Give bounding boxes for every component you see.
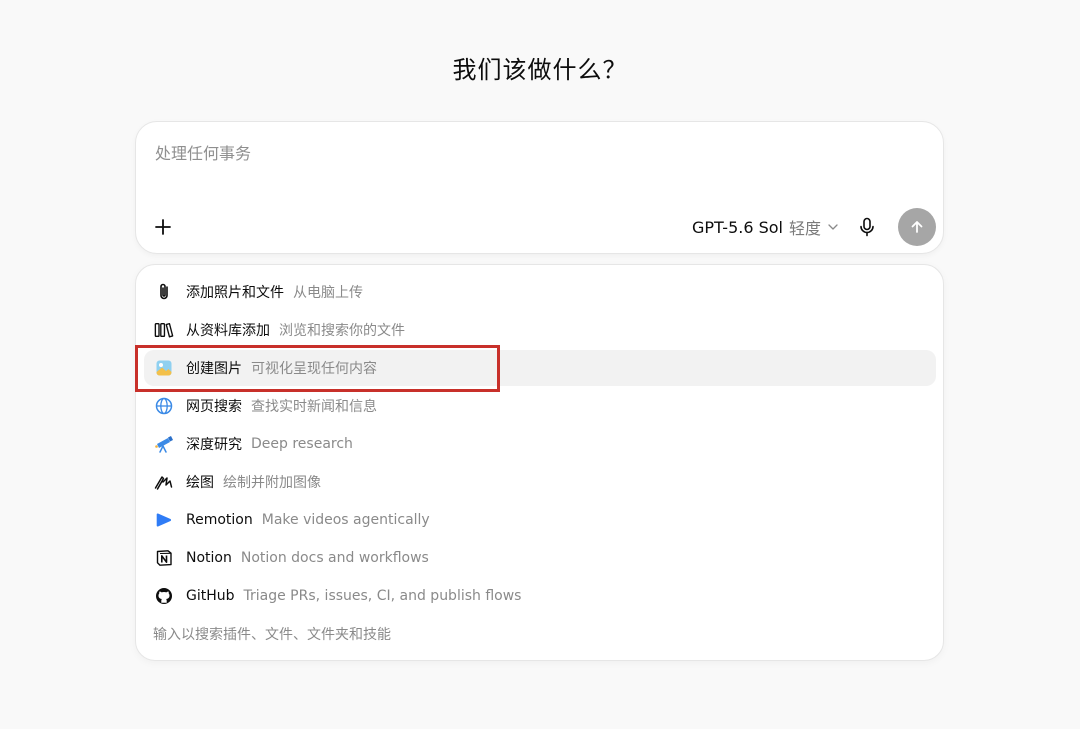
composer: GPT-5.6 Sol 轻度 (135, 121, 944, 254)
menu-item-label: 网页搜索 (186, 399, 242, 415)
menu-item-library[interactable]: 从资料库添加 浏览和搜索你的文件 (144, 312, 936, 348)
menu-item-deep-research[interactable]: 深度研究 Deep research (144, 426, 936, 462)
menu-item-label: Remotion (186, 512, 253, 528)
add-button[interactable] (150, 214, 176, 240)
model-selector[interactable]: GPT-5.6 Sol 轻度 (692, 214, 839, 240)
menu-item-remotion[interactable]: Remotion Make videos agentically (144, 502, 936, 538)
library-icon (154, 320, 174, 340)
telescope-icon (154, 434, 174, 454)
menu-item-description: 从电脑上传 (293, 285, 363, 301)
arrow-up-icon (911, 221, 923, 233)
menu-item-description: 绘制并附加图像 (223, 475, 321, 491)
remotion-icon (154, 510, 174, 530)
microphone-button[interactable] (854, 214, 880, 240)
pen-scribble-icon (154, 472, 174, 492)
model-level: 轻度 (788, 219, 821, 238)
github-icon (154, 586, 174, 606)
highlight-annotation (135, 345, 500, 392)
search-plugins-hint: 输入以搜索插件、文件、文件夹和技能 (153, 627, 391, 643)
page-title: 我们该做什么？ (452, 56, 628, 84)
menu-item-label: 绘图 (186, 475, 214, 491)
menu-item-description: Notion docs and workflows (240, 550, 429, 566)
notion-icon (154, 548, 174, 568)
menu-item-description: 查找实时新闻和信息 (251, 399, 377, 415)
menu-item-label: Notion (186, 550, 232, 566)
menu-item-add-files[interactable]: 添加照片和文件 从电脑上传 (144, 274, 936, 310)
menu-item-label: GitHub (186, 588, 235, 604)
model-name: GPT-5.6 Sol (691, 217, 783, 237)
menu-item-description: 浏览和搜索你的文件 (279, 323, 405, 339)
menu-item-label: 从资料库添加 (186, 323, 270, 339)
page: 我们该做什么？ GPT-5.6 Sol 轻度 (0, 0, 1080, 729)
attachment-menu: 添加照片和文件 从电脑上传 从资料库添加 浏览和搜索你的文件 创建图片 可视化呈… (135, 264, 944, 661)
prompt-input[interactable] (155, 140, 915, 166)
menu-item-description: Triage PRs, issues, CI, and publish flow… (243, 588, 522, 604)
plus-icon (155, 219, 171, 235)
send-button[interactable] (898, 208, 936, 246)
paperclip-icon (154, 282, 174, 302)
globe-icon (154, 396, 174, 416)
menu-item-draw[interactable]: 绘图 绘制并附加图像 (144, 464, 936, 500)
menu-item-label: 深度研究 (186, 437, 242, 453)
microphone-icon (860, 217, 874, 237)
chevron-down-icon (828, 224, 838, 230)
menu-item-description: Deep research (251, 436, 353, 452)
menu-item-notion[interactable]: Notion Notion docs and workflows (144, 540, 936, 576)
menu-item-github[interactable]: GitHub Triage PRs, issues, CI, and publi… (144, 578, 936, 614)
menu-item-description: Make videos agentically (261, 512, 430, 528)
menu-item-web-search[interactable]: 网页搜索 查找实时新闻和信息 (144, 388, 936, 424)
menu-item-label: 添加照片和文件 (186, 285, 284, 301)
